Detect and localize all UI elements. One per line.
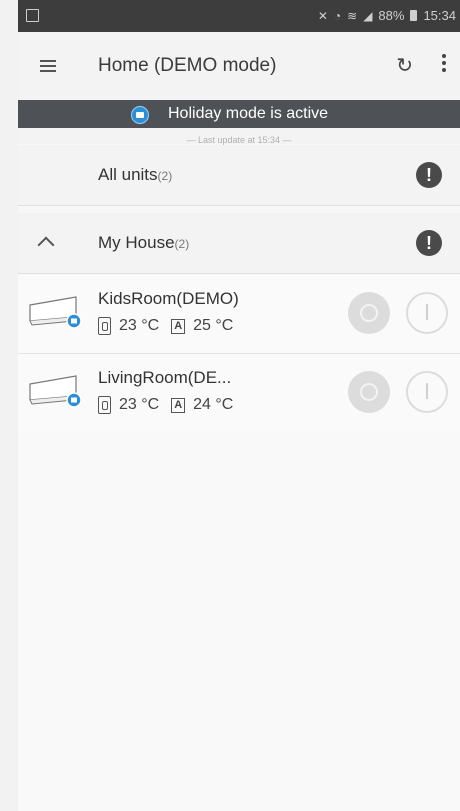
- refresh-icon[interactable]: ↻: [396, 53, 413, 78]
- mode-button[interactable]: [348, 371, 390, 413]
- battery-percent: 88%: [378, 8, 405, 23]
- room-temperature: 23 °C: [119, 317, 160, 334]
- battery-icon: [410, 10, 418, 21]
- mode-button[interactable]: [348, 292, 390, 334]
- screenshot-icon: [26, 9, 39, 22]
- alert-icon[interactable]: !: [416, 162, 442, 188]
- unit-row-livingroom[interactable]: LivingRoom(DE... 23 °C A 24 °C: [18, 354, 460, 433]
- more-vert-icon[interactable]: [442, 54, 446, 75]
- setpoint-auto-icon: A: [171, 318, 186, 334]
- air-conditioner-icon: [29, 296, 82, 329]
- alert-icon[interactable]: !: [416, 230, 442, 256]
- set-temperature: 24 °C: [193, 396, 234, 413]
- wifi-icon: ≋: [347, 8, 358, 23]
- unit-temperatures: 23 °C A 25 °C: [98, 317, 233, 335]
- power-button[interactable]: [406, 371, 448, 413]
- phone-screen: ✕ ◔ ≋ ◢ 88% 15:34 Home (DEMO mode) ↻ Hol…: [18, 0, 460, 811]
- status-bar: ✕ ◔ ≋ ◢ 88% 15:34: [18, 0, 460, 32]
- room-temperature: 23 °C: [119, 396, 160, 413]
- status-icons: ✕ ◔ ≋ ◢ 88% 15:34: [318, 8, 456, 23]
- unit-row-kidsroom[interactable]: KidsRoom(DEMO) 23 °C A 25 °C: [18, 275, 460, 354]
- page-title: Home (DEMO mode): [98, 55, 277, 76]
- menu-icon[interactable]: [40, 60, 56, 72]
- setpoint-auto-icon: A: [171, 397, 186, 413]
- holiday-banner-text: Holiday mode is active: [168, 105, 329, 122]
- group-all-units[interactable]: All units(2) !: [18, 145, 460, 206]
- group-count: (2): [174, 237, 190, 251]
- holiday-banner: Holiday mode is active: [18, 100, 460, 128]
- group-my-house[interactable]: My House(2) !: [18, 213, 460, 274]
- clock: 15:34: [423, 8, 456, 23]
- unit-temperatures: 23 °C A 24 °C: [98, 396, 233, 414]
- air-conditioner-icon: [29, 375, 82, 408]
- group-name: All units: [98, 165, 158, 184]
- power-button[interactable]: [406, 292, 448, 334]
- alarm-icon: ◔: [333, 8, 342, 23]
- room-temperature-icon: [98, 396, 111, 414]
- last-update-text: — Last update at 15:34 —: [186, 135, 292, 145]
- set-temperature: 25 °C: [193, 317, 234, 334]
- room-temperature-icon: [98, 317, 111, 335]
- signal-icon: ◢: [363, 8, 373, 23]
- unit-name: LivingRoom(DE...: [98, 368, 232, 387]
- unit-name: KidsRoom(DEMO): [98, 289, 239, 308]
- group-label: All units(2): [98, 165, 172, 185]
- empty-content-area: [18, 432, 460, 811]
- mute-icon: ✕: [317, 8, 328, 23]
- chevron-up-icon[interactable]: [37, 236, 55, 254]
- holiday-suitcase-icon: [131, 106, 149, 124]
- group-label: My House(2): [98, 233, 189, 253]
- group-name: My House: [98, 233, 175, 252]
- group-count: (2): [157, 169, 173, 183]
- app-bar: Home (DEMO mode) ↻: [18, 32, 460, 100]
- last-update-bar: — Last update at 15:34 —: [18, 128, 460, 145]
